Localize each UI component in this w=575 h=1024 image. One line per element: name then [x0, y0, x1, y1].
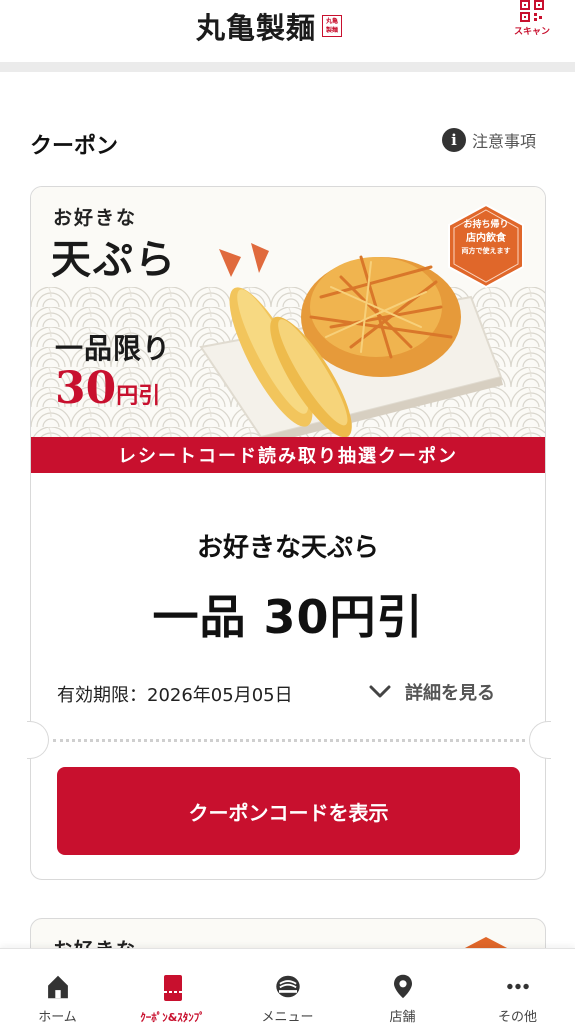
logo-stamp-icon: 丸亀 製麺: [322, 15, 343, 37]
location-pin-icon: [393, 974, 412, 999]
show-coupon-code-button[interactable]: クーポンコードを表示: [57, 767, 520, 855]
nav-label-home: ホーム: [38, 1010, 77, 1024]
takeout-dinein-badge: お持ち帰り 店内飲食 両方で使えます: [447, 203, 525, 289]
scan-button[interactable]: スキャン: [508, 0, 556, 44]
menu-bowl-icon: [275, 975, 300, 998]
banner-ribbon: レシートコード読み取り抽選クーポン: [31, 437, 545, 473]
main-content: クーポン i 注意事項 お好きな 天ぷら 一品限り 30円引 お持ち帰り 店内飲…: [0, 72, 575, 978]
home-icon: [47, 975, 68, 999]
notice-link[interactable]: i 注意事項: [442, 128, 536, 152]
coupon-discount: 一品 30円引: [152, 590, 424, 644]
banner-price-unit: 円引: [116, 383, 161, 409]
nav-item-more[interactable]: その他: [460, 949, 575, 1024]
header-divider: [0, 62, 575, 72]
banner-limit-text: 一品限り: [55, 332, 172, 365]
badge-line-3: 両方で使えます: [461, 247, 511, 255]
coupon-name: お好きな天ぷら: [196, 533, 379, 563]
brand-logo: 丸亀製麺 丸亀 製麺: [196, 6, 343, 46]
bottom-nav: ホーム ｸｰﾎﾟﾝ&ｽﾀﾝﾌﾟ メニュー 店舗 その他: [0, 948, 575, 1024]
chevron-down-icon: [369, 685, 391, 698]
ticket-notch-right: [529, 721, 551, 759]
banner-main-text: 天ぷら: [51, 236, 177, 283]
banner-price: 30円引: [55, 363, 160, 414]
banner-pre-text: お好きな: [53, 207, 138, 229]
badge-text: お持ち帰り 店内飲食 両方で使えます: [447, 219, 525, 258]
nav-label-more: その他: [497, 1010, 537, 1024]
info-icon: i: [442, 128, 466, 152]
app-header: 丸亀製麺 丸亀 製麺 スキャン: [0, 0, 575, 62]
ticket-notch-left: [27, 721, 49, 759]
nav-item-home[interactable]: ホーム: [0, 949, 115, 1024]
nav-item-menu[interactable]: メニュー: [230, 949, 345, 1024]
coupon-expiry: 有効期限：2026年05月05日: [57, 685, 293, 706]
details-toggle[interactable]: 詳細を見る: [369, 679, 495, 705]
page-title: クーポン: [30, 134, 119, 159]
nav-label-stores: 店舗: [389, 1010, 416, 1024]
details-label: 詳細を見る: [405, 683, 495, 704]
nav-label-menu: メニュー: [261, 1010, 314, 1024]
nav-label-coupon-stamp: ｸｰﾎﾟﾝ&ｽﾀﾝﾌﾟ: [140, 1011, 205, 1024]
qr-scan-icon: [520, 0, 544, 22]
nav-item-stores[interactable]: 店舗: [345, 949, 460, 1024]
more-icon: [506, 983, 529, 990]
perforation-divider: [53, 739, 525, 742]
logo-text: 丸亀製麺: [196, 11, 317, 45]
coupon-stamp-icon: [163, 975, 182, 1001]
badge-line-2: 店内飲食: [466, 233, 506, 244]
nav-item-coupon-stamp[interactable]: ｸｰﾎﾟﾝ&ｽﾀﾝﾌﾟ: [115, 949, 230, 1024]
badge-line-1: お持ち帰り: [463, 220, 509, 230]
notice-label: 注意事項: [472, 132, 537, 151]
coupon-banner-image: お好きな 天ぷら 一品限り 30円引 お持ち帰り 店内飲食 両方で使えます レシ…: [31, 187, 545, 473]
scan-label: スキャン: [513, 27, 550, 37]
banner-price-number: 30: [55, 363, 117, 414]
coupon-card: お好きな 天ぷら 一品限り 30円引 お持ち帰り 店内飲食 両方で使えます レシ…: [27, 186, 551, 880]
